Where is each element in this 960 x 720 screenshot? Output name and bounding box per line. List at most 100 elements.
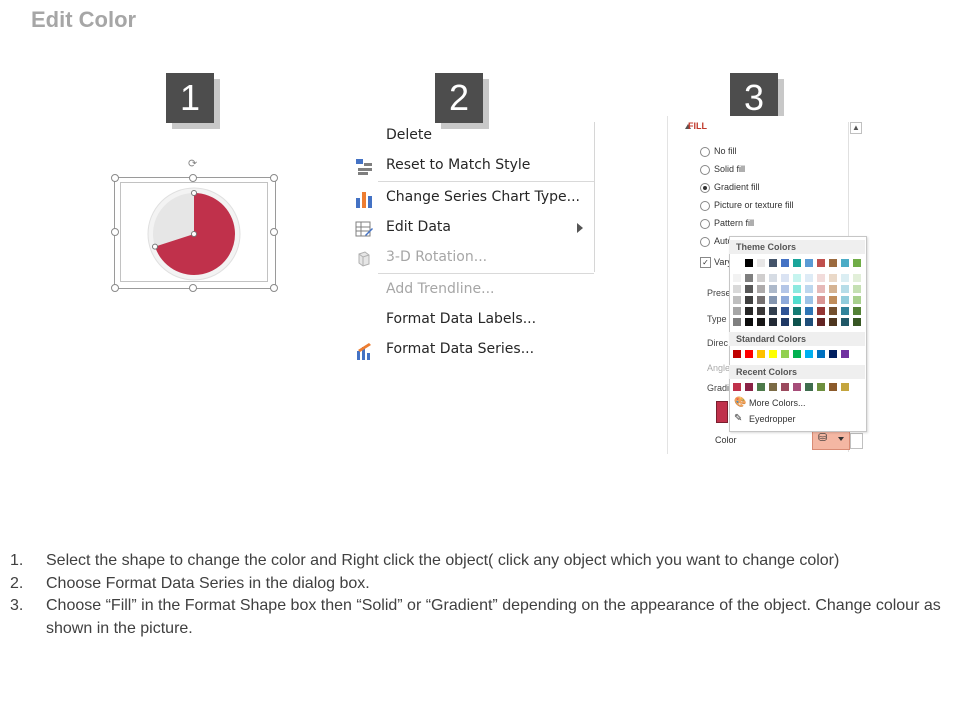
theme-color-swatch[interactable] (805, 259, 813, 267)
theme-color-swatch[interactable] (841, 274, 849, 282)
recent-color-swatch[interactable] (793, 383, 801, 391)
theme-color-swatch[interactable] (781, 296, 789, 304)
theme-color-swatch[interactable] (805, 274, 813, 282)
theme-color-swatch[interactable] (841, 285, 849, 293)
theme-color-swatch[interactable] (793, 318, 801, 326)
theme-color-swatch[interactable] (769, 307, 777, 315)
theme-color-swatch[interactable] (805, 307, 813, 315)
standard-color-swatch[interactable] (793, 350, 801, 358)
theme-color-swatch[interactable] (781, 274, 789, 282)
recent-color-swatch[interactable] (817, 383, 825, 391)
theme-color-swatch[interactable] (805, 296, 813, 304)
theme-color-swatch[interactable] (817, 318, 825, 326)
theme-color-swatch[interactable] (769, 274, 777, 282)
theme-color-swatch[interactable] (853, 259, 861, 267)
standard-color-swatch[interactable] (841, 350, 849, 358)
menu-item-format-data-labels[interactable]: Format Data Labels... (386, 311, 536, 327)
standard-color-swatch[interactable] (769, 350, 777, 358)
theme-color-swatch[interactable] (853, 285, 861, 293)
theme-color-swatch[interactable] (781, 307, 789, 315)
standard-color-swatch[interactable] (817, 350, 825, 358)
theme-color-swatch[interactable] (829, 274, 837, 282)
menu-item-edit-data[interactable]: Edit Data (386, 219, 451, 235)
theme-color-swatch[interactable] (853, 307, 861, 315)
scroll-up-icon[interactable]: ▲ (850, 122, 862, 134)
resize-handle[interactable] (270, 174, 278, 182)
theme-color-swatch[interactable] (817, 285, 825, 293)
theme-color-swatch[interactable] (757, 307, 765, 315)
resize-handle[interactable] (111, 284, 119, 292)
eyedropper-link[interactable]: Eyedropper (749, 414, 796, 424)
radio-pattern-fill[interactable] (700, 219, 710, 229)
theme-color-swatch[interactable] (817, 274, 825, 282)
theme-color-swatch[interactable] (793, 296, 801, 304)
recent-color-swatch[interactable] (805, 383, 813, 391)
theme-color-swatch[interactable] (805, 285, 813, 293)
theme-color-swatch[interactable] (829, 259, 837, 267)
theme-color-swatch[interactable] (745, 296, 753, 304)
theme-color-swatch[interactable] (829, 307, 837, 315)
radio-solid-fill[interactable] (700, 165, 710, 175)
theme-color-swatch[interactable] (793, 307, 801, 315)
theme-color-swatch[interactable] (733, 307, 741, 315)
theme-color-swatch[interactable] (745, 307, 753, 315)
theme-color-swatch[interactable] (793, 259, 801, 267)
standard-color-swatch[interactable] (805, 350, 813, 358)
theme-color-swatch[interactable] (733, 296, 741, 304)
recent-color-swatch[interactable] (733, 383, 741, 391)
menu-item-reset-style[interactable]: Reset to Match Style (386, 157, 530, 173)
menu-item-change-chart-type[interactable]: Change Series Chart Type... (386, 189, 580, 205)
theme-color-swatch[interactable] (793, 285, 801, 293)
theme-color-swatch[interactable] (853, 274, 861, 282)
radio-gradient-fill[interactable] (700, 183, 710, 193)
resize-handle[interactable] (189, 284, 197, 292)
theme-color-swatch[interactable] (781, 285, 789, 293)
recent-color-swatch[interactable] (745, 383, 753, 391)
pie-chart[interactable] (146, 186, 242, 282)
menu-item-delete[interactable]: Delete (386, 127, 432, 143)
theme-color-swatch[interactable] (781, 259, 789, 267)
theme-color-swatch[interactable] (745, 259, 753, 267)
standard-color-swatch[interactable] (757, 350, 765, 358)
theme-color-swatch[interactable] (829, 296, 837, 304)
theme-color-swatch[interactable] (781, 318, 789, 326)
theme-color-swatch[interactable] (769, 259, 777, 267)
radio-automatic[interactable] (700, 237, 710, 247)
standard-color-swatch[interactable] (781, 350, 789, 358)
theme-color-swatch[interactable] (805, 318, 813, 326)
theme-color-swatch[interactable] (769, 318, 777, 326)
theme-color-swatch[interactable] (757, 285, 765, 293)
theme-color-swatch[interactable] (841, 318, 849, 326)
theme-color-swatch[interactable] (817, 259, 825, 267)
theme-color-swatch[interactable] (853, 296, 861, 304)
theme-color-swatch[interactable] (853, 318, 861, 326)
theme-color-swatch[interactable] (769, 296, 777, 304)
resize-handle[interactable] (189, 174, 197, 182)
theme-color-swatch[interactable] (817, 307, 825, 315)
theme-color-swatch[interactable] (757, 259, 765, 267)
theme-color-swatch[interactable] (745, 318, 753, 326)
theme-color-swatch[interactable] (733, 259, 741, 267)
theme-color-swatch[interactable] (769, 285, 777, 293)
radio-picture-fill[interactable] (700, 201, 710, 211)
theme-color-swatch[interactable] (793, 274, 801, 282)
theme-color-swatch[interactable] (757, 318, 765, 326)
resize-handle[interactable] (111, 174, 119, 182)
recent-color-swatch[interactable] (829, 383, 837, 391)
theme-color-swatch[interactable] (733, 274, 741, 282)
theme-color-swatch[interactable] (829, 318, 837, 326)
standard-color-swatch[interactable] (829, 350, 837, 358)
gradient-stop-handle[interactable] (716, 401, 728, 423)
recent-color-swatch[interactable] (841, 383, 849, 391)
standard-color-swatch[interactable] (733, 350, 741, 358)
theme-color-swatch[interactable] (745, 274, 753, 282)
resize-handle[interactable] (270, 228, 278, 236)
standard-color-swatch[interactable] (745, 350, 753, 358)
dropdown-arrow-icon[interactable] (838, 437, 844, 441)
rotate-handle-icon[interactable]: ⟳ (188, 157, 197, 170)
theme-color-swatch[interactable] (829, 285, 837, 293)
theme-color-swatch[interactable] (757, 296, 765, 304)
recent-color-swatch[interactable] (757, 383, 765, 391)
recent-color-swatch[interactable] (781, 383, 789, 391)
theme-color-swatch[interactable] (733, 285, 741, 293)
